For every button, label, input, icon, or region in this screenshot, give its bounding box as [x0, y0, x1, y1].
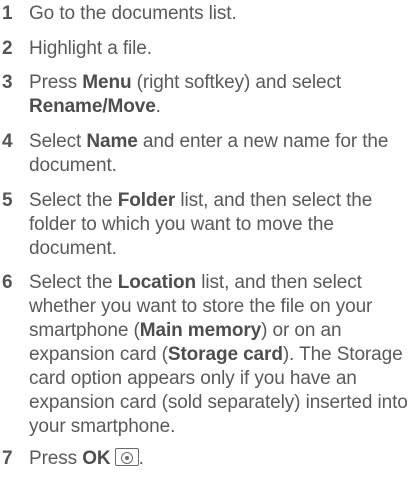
main-memory-term: Main memory: [139, 320, 262, 341]
ok-term: OK: [82, 448, 111, 469]
name-term: Name: [86, 131, 138, 152]
step-text: Press OK.: [29, 448, 144, 469]
step-number: 3: [2, 72, 13, 93]
step-text: Press Menu (right softkey) and select Re…: [29, 72, 342, 117]
rename-move-term: Rename/Move: [29, 96, 156, 117]
location-term: Location: [117, 272, 197, 293]
step-text: Select Name and enter a new name for the…: [29, 131, 389, 176]
step-number: 7: [2, 448, 13, 469]
ok-key-icon: [114, 448, 139, 466]
folder-term: Folder: [117, 190, 176, 211]
storage-card-term: Storage card: [167, 344, 283, 365]
step-number: 6: [2, 272, 13, 293]
step-text: Go to the documents list.: [29, 3, 237, 24]
step-text: Select the Location list, and then selec…: [29, 272, 408, 437]
step-text: Select the Folder list, and then select …: [29, 190, 373, 259]
step-number: 5: [2, 190, 13, 211]
menu-term: Menu: [82, 72, 132, 93]
step-text: Highlight a file.: [29, 38, 152, 59]
step-number: 4: [2, 131, 13, 152]
step-number: 2: [2, 38, 13, 59]
step-number: 1: [2, 3, 13, 24]
